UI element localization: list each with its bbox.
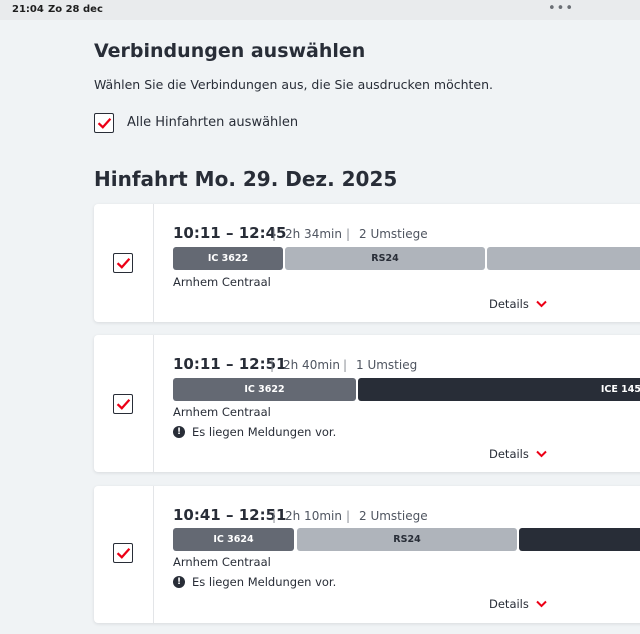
meta-separator: | xyxy=(346,509,351,523)
check-icon xyxy=(97,117,111,129)
details-label: Details xyxy=(489,447,529,461)
meta-separator: | xyxy=(272,509,277,523)
card-divider xyxy=(153,486,154,623)
chevron-down-icon xyxy=(536,450,547,458)
departure-station: Arnhem Centraal xyxy=(173,275,271,289)
train-segment-ice xyxy=(519,528,640,551)
train-segment-ice: ICE 145 xyxy=(358,378,640,401)
chevron-down-icon xyxy=(536,300,547,308)
train-segment-ic: IC 3624 xyxy=(173,528,294,551)
details-label: Details xyxy=(489,597,529,611)
connection-duration: 2h 10min xyxy=(285,509,342,523)
departure-station: Arnhem Centraal xyxy=(173,405,271,419)
status-bar: 21:04 Zo 28 dec ••• xyxy=(0,0,640,20)
multitasking-dots[interactable]: ••• xyxy=(548,1,574,16)
details-toggle[interactable]: Details xyxy=(489,597,547,611)
meta-separator: | xyxy=(270,358,275,372)
select-all-label[interactable]: Alle Hinfahrten auswählen xyxy=(127,115,298,130)
notice-text: Es liegen Meldungen vor. xyxy=(192,575,337,589)
notice: ! Es liegen Meldungen vor. xyxy=(173,425,336,439)
chevron-down-icon xyxy=(536,600,547,608)
connection-times: 10:41 – 12:51 xyxy=(173,506,287,524)
connection-times: 10:11 – 12:45 xyxy=(173,224,287,242)
status-date: Zo 28 dec xyxy=(48,4,103,15)
notice-text: Es liegen Meldungen vor. xyxy=(192,425,337,439)
section-date: Mo. 29. Dez. 2025 xyxy=(194,167,398,191)
check-icon xyxy=(116,257,130,269)
connection-duration: 2h 40min xyxy=(283,358,340,372)
details-toggle[interactable]: Details xyxy=(489,297,547,311)
train-segment-rs: RS24 xyxy=(285,247,485,270)
connection-checkbox[interactable] xyxy=(113,253,133,273)
train-segment-rs: RS24 xyxy=(297,528,517,551)
train-segment-ic: IC 3622 xyxy=(173,378,356,401)
card-divider xyxy=(153,204,154,322)
section-title: Hinfahrt Mo. 29. Dez. 2025 xyxy=(94,167,397,191)
connection-checkbox[interactable] xyxy=(113,394,133,414)
connection-duration: 2h 34min xyxy=(285,227,342,241)
info-icon: ! xyxy=(173,576,185,588)
details-label: Details xyxy=(489,297,529,311)
train-segment-ic: IC 3622 xyxy=(173,247,283,270)
card-divider xyxy=(153,335,154,472)
train-segment-rs xyxy=(487,247,640,270)
check-icon xyxy=(116,547,130,559)
meta-separator: | xyxy=(343,358,348,372)
meta-separator: | xyxy=(272,227,277,241)
section-label: Hinfahrt xyxy=(94,167,188,191)
meta-separator: | xyxy=(346,227,351,241)
connection-changes: 2 Umstiege xyxy=(359,509,428,523)
connection-card[interactable]: 10:41 – 12:51 | 2h 10min | 2 Umstiege IC… xyxy=(94,486,640,623)
connection-card[interactable]: 10:11 – 12:51 | 2h 40min | 1 Umstieg IC … xyxy=(94,335,640,472)
select-all-checkbox[interactable] xyxy=(94,113,114,133)
departure-station: Arnhem Centraal xyxy=(173,555,271,569)
notice: ! Es liegen Meldungen vor. xyxy=(173,575,336,589)
status-time: 21:04 xyxy=(12,4,44,15)
connection-checkbox[interactable] xyxy=(113,543,133,563)
page-title: Verbindungen auswählen xyxy=(94,40,366,62)
connection-changes: 2 Umstiege xyxy=(359,227,428,241)
connection-changes: 1 Umstieg xyxy=(356,358,418,372)
page-intro: Wählen Sie die Verbindungen aus, die Sie… xyxy=(94,77,494,92)
info-icon: ! xyxy=(173,426,185,438)
check-icon xyxy=(116,398,130,410)
details-toggle[interactable]: Details xyxy=(489,447,547,461)
connection-card[interactable]: 10:11 – 12:45 | 2h 34min | 2 Umstiege IC… xyxy=(94,204,640,322)
